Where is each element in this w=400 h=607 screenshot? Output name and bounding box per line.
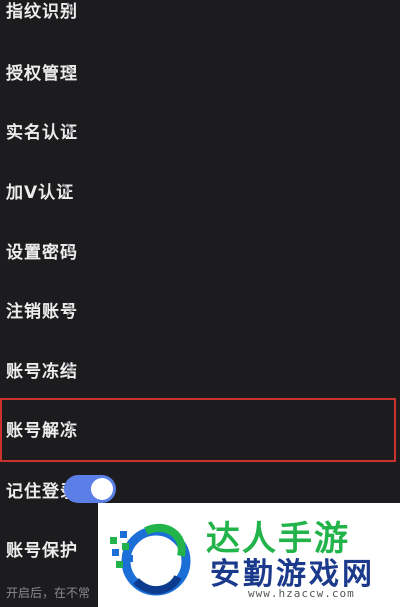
chevron-right-icon bbox=[62, 63, 78, 79]
chevron-right-icon bbox=[62, 420, 78, 436]
settings-item-unfreeze-account[interactable]: 账号解冻 bbox=[0, 398, 100, 458]
chevron-right-icon bbox=[62, 301, 78, 317]
chevron-right-icon bbox=[58, 182, 74, 198]
remember-login-toggle[interactable] bbox=[64, 475, 116, 503]
settings-item-label: 账号保护 bbox=[6, 540, 78, 561]
watermark: 达人手游 安勤游戏网 www.hzaccw.com bbox=[98, 503, 400, 607]
settings-item-authorization[interactable]: 授权管理 bbox=[0, 41, 100, 101]
settings-item-real-name[interactable]: 实名认证 bbox=[0, 100, 100, 160]
chevron-right-icon bbox=[62, 122, 78, 138]
toggle-knob bbox=[91, 478, 113, 500]
settings-item-set-password[interactable]: 设置密码 bbox=[0, 220, 100, 280]
settings-item-freeze-account[interactable]: 账号冻结 bbox=[0, 339, 100, 399]
chevron-right-icon bbox=[62, 1, 78, 17]
settings-item-delete-account[interactable]: 注销账号 bbox=[0, 279, 100, 339]
watermark-logo-icon bbox=[106, 511, 194, 601]
settings-item-fingerprint[interactable]: 指纹识别 bbox=[0, 0, 100, 39]
settings-item-verified[interactable]: 加V认证 bbox=[0, 160, 96, 220]
chevron-right-icon bbox=[62, 361, 78, 377]
watermark-url: www.hzaccw.com bbox=[248, 587, 355, 600]
settings-item-account-protection[interactable]: 账号保护 bbox=[0, 518, 100, 578]
chevron-right-icon bbox=[62, 242, 78, 258]
setting-description: 开启后，在不常 bbox=[6, 586, 91, 600]
